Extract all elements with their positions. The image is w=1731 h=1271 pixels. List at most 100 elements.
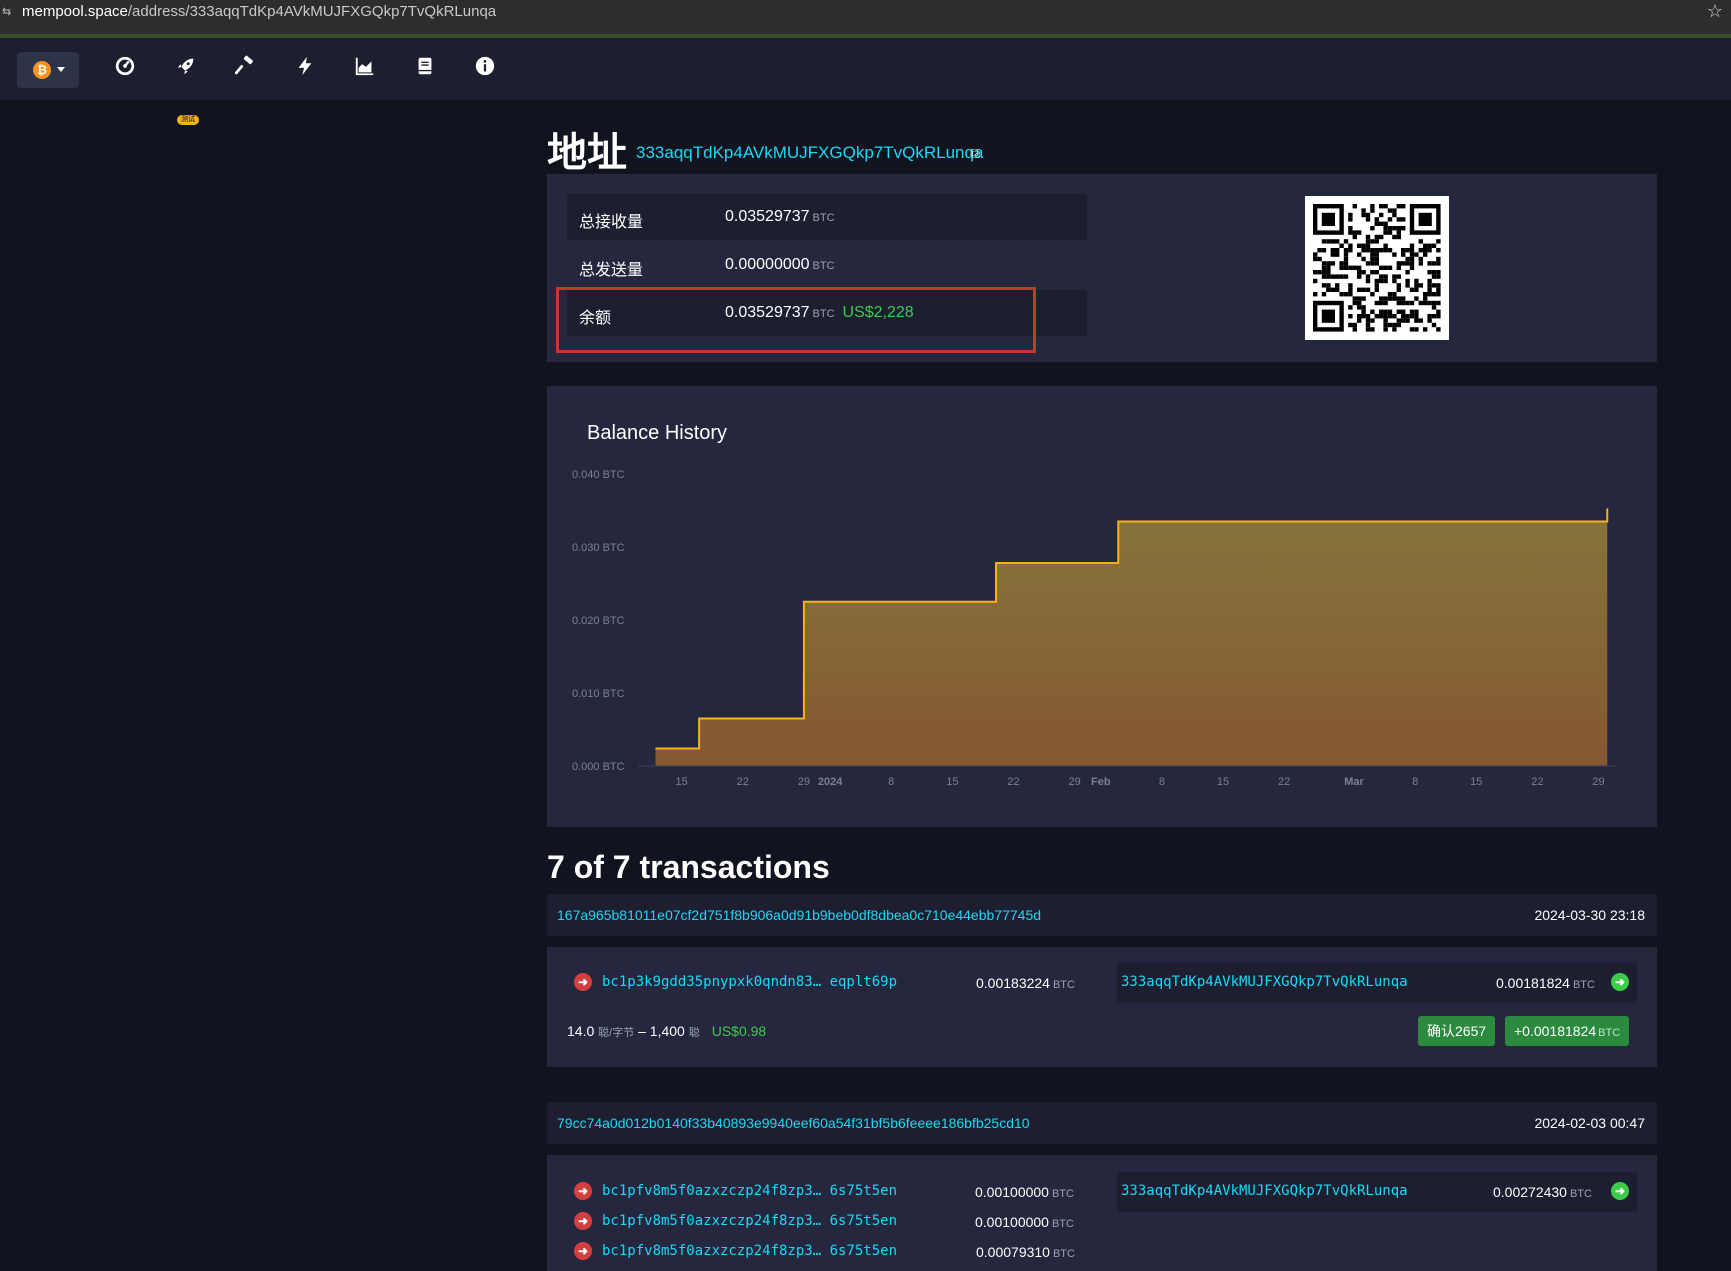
qr-module <box>1396 322 1401 328</box>
txid-link[interactable]: 167a965b81011e07cf2d751f8b906a0d91b9beb0… <box>557 907 1041 923</box>
qr-module <box>1427 261 1432 266</box>
qr-module <box>1361 208 1366 213</box>
qr-module <box>1392 278 1397 284</box>
x-tick-label: 29 <box>798 776 810 788</box>
qr-module <box>1357 265 1362 270</box>
qr-module <box>1396 204 1401 209</box>
input-address[interactable]: bc1pfv8m5f0azxzczp24f8zp3… 6s75t5en <box>602 1213 897 1229</box>
url-text[interactable]: mempool.space/address/333aqqTdKp4AVkMUJF… <box>22 3 496 20</box>
qr-module <box>1396 217 1401 222</box>
txid-link[interactable]: 79cc74a0d012b0140f33b40893e9940eef60a54f… <box>557 1115 1030 1131</box>
qr-module <box>1335 287 1340 292</box>
qr-module <box>1401 296 1406 301</box>
rocket-icon[interactable] <box>174 55 198 79</box>
qr-module <box>1361 212 1366 218</box>
bookmark-star-icon[interactable]: ☆ <box>1707 1 1723 22</box>
qr-module <box>1357 287 1362 292</box>
qr-module <box>1374 256 1379 262</box>
qr-module <box>1348 217 1353 222</box>
input-arrow-icon[interactable]: ➜ <box>574 1212 592 1230</box>
book-icon[interactable] <box>413 55 437 79</box>
x-tick-label: 22 <box>1278 776 1290 788</box>
qr-module <box>1436 314 1441 319</box>
output-address[interactable]: 333aqqTdKp4AVkMUJFXGQkp7TvQkRLunqa <box>1121 974 1408 990</box>
input-address[interactable]: bc1pfv8m5f0azxzczp24f8zp3… 6s75t5en <box>602 1183 897 1199</box>
qr-module <box>1409 252 1415 257</box>
x-tick-label: 8 <box>1159 776 1165 788</box>
qr-module <box>1370 208 1375 213</box>
output-arrow-icon[interactable]: ➜ <box>1611 973 1629 991</box>
qr-module <box>1401 318 1406 323</box>
qr-module <box>1317 256 1322 262</box>
dashboard-gauge-icon[interactable] <box>113 55 137 79</box>
site-settings-icon[interactable]: ⇆ <box>2 5 11 18</box>
qr-module <box>1339 265 1344 270</box>
hammer-icon[interactable] <box>233 55 257 79</box>
input-address[interactable]: bc1pfv8m5f0azxzczp24f8zp3… 6s75t5en <box>602 1243 897 1259</box>
x-tick-label: 15 <box>946 776 958 788</box>
balance-history-chart: Balance History 0.040 BTC 0.030 BTC 0.020 … <box>547 386 1657 827</box>
input-address[interactable]: bc1p3k9gdd35pnypxk0qndn83… eqplt69p <box>602 974 897 990</box>
qr-module <box>1370 318 1375 323</box>
qr-module <box>1423 243 1428 248</box>
qr-module <box>1383 309 1388 314</box>
qr-module <box>1379 309 1384 314</box>
input-arrow-icon[interactable]: ➜ <box>574 1242 592 1260</box>
output-arrow-icon[interactable]: ➜ <box>1611 1182 1629 1200</box>
qr-module <box>1379 221 1384 226</box>
qr-module <box>1383 300 1388 306</box>
qr-module <box>1335 239 1340 244</box>
qr-module <box>1423 327 1428 332</box>
network-selector[interactable]: ₿ <box>17 52 79 88</box>
qr-module <box>1379 212 1384 218</box>
x-tick-label: 15 <box>1470 776 1482 788</box>
qr-module <box>1374 314 1379 319</box>
input-arrow-icon[interactable]: ➜ <box>574 1182 592 1200</box>
qr-module <box>1383 278 1388 284</box>
lightning-icon[interactable] <box>293 55 317 79</box>
qr-module <box>1418 256 1423 262</box>
x-tick-label: 2024 <box>818 776 843 788</box>
output-address[interactable]: 333aqqTdKp4AVkMUJFXGQkp7TvQkRLunqa <box>1121 1183 1408 1199</box>
qr-module <box>1409 256 1415 262</box>
qr-module <box>1379 314 1384 319</box>
browser-url-bar[interactable]: ⇆ mempool.space/address/333aqqTdKp4AVkMU… <box>0 0 1731 38</box>
qr-module <box>1418 239 1423 244</box>
qr-module <box>1409 243 1415 248</box>
qr-module <box>1330 274 1335 279</box>
copy-icon[interactable]: ⧉ <box>970 145 980 162</box>
qr-module <box>1321 274 1327 279</box>
qr-module <box>1357 305 1362 310</box>
output-amount: 0.00181824 BTC <box>1496 975 1595 991</box>
qr-module <box>1374 239 1379 244</box>
qr-module <box>1330 287 1335 292</box>
qr-module <box>1370 239 1375 244</box>
qr-module <box>1387 248 1393 253</box>
qr-module <box>1414 296 1419 301</box>
qr-module <box>1317 270 1322 275</box>
input-arrow-icon[interactable]: ➜ <box>574 973 592 991</box>
qr-module <box>1383 243 1388 248</box>
qr-module <box>1335 274 1340 279</box>
qr-module <box>1321 283 1327 288</box>
qr-module <box>1365 278 1371 284</box>
address-link[interactable]: 333aqqTdKp4AVkMUJFXGQkp7TvQkRLunqa <box>636 143 983 163</box>
qr-module <box>1348 292 1353 297</box>
qr-module <box>1392 226 1397 231</box>
y-tick-label: 0.040 BTC <box>572 469 625 481</box>
qr-module <box>1427 248 1432 253</box>
x-tick-label: 29 <box>1068 776 1080 788</box>
tx-time: 2024-03-30 23:18 <box>1534 907 1645 923</box>
y-tick-label: 0.030 BTC <box>572 542 625 554</box>
qr-module <box>1339 292 1344 297</box>
qr-module <box>1321 292 1327 297</box>
qr-module <box>1374 287 1379 292</box>
qr-module <box>1392 327 1397 332</box>
qr-module <box>1374 261 1379 266</box>
qr-module <box>1343 248 1349 253</box>
qr-module <box>1370 309 1375 314</box>
info-icon[interactable] <box>473 55 497 79</box>
qr-module <box>1379 296 1384 301</box>
chart-area-icon[interactable] <box>353 55 377 79</box>
qr-module <box>1431 292 1437 297</box>
